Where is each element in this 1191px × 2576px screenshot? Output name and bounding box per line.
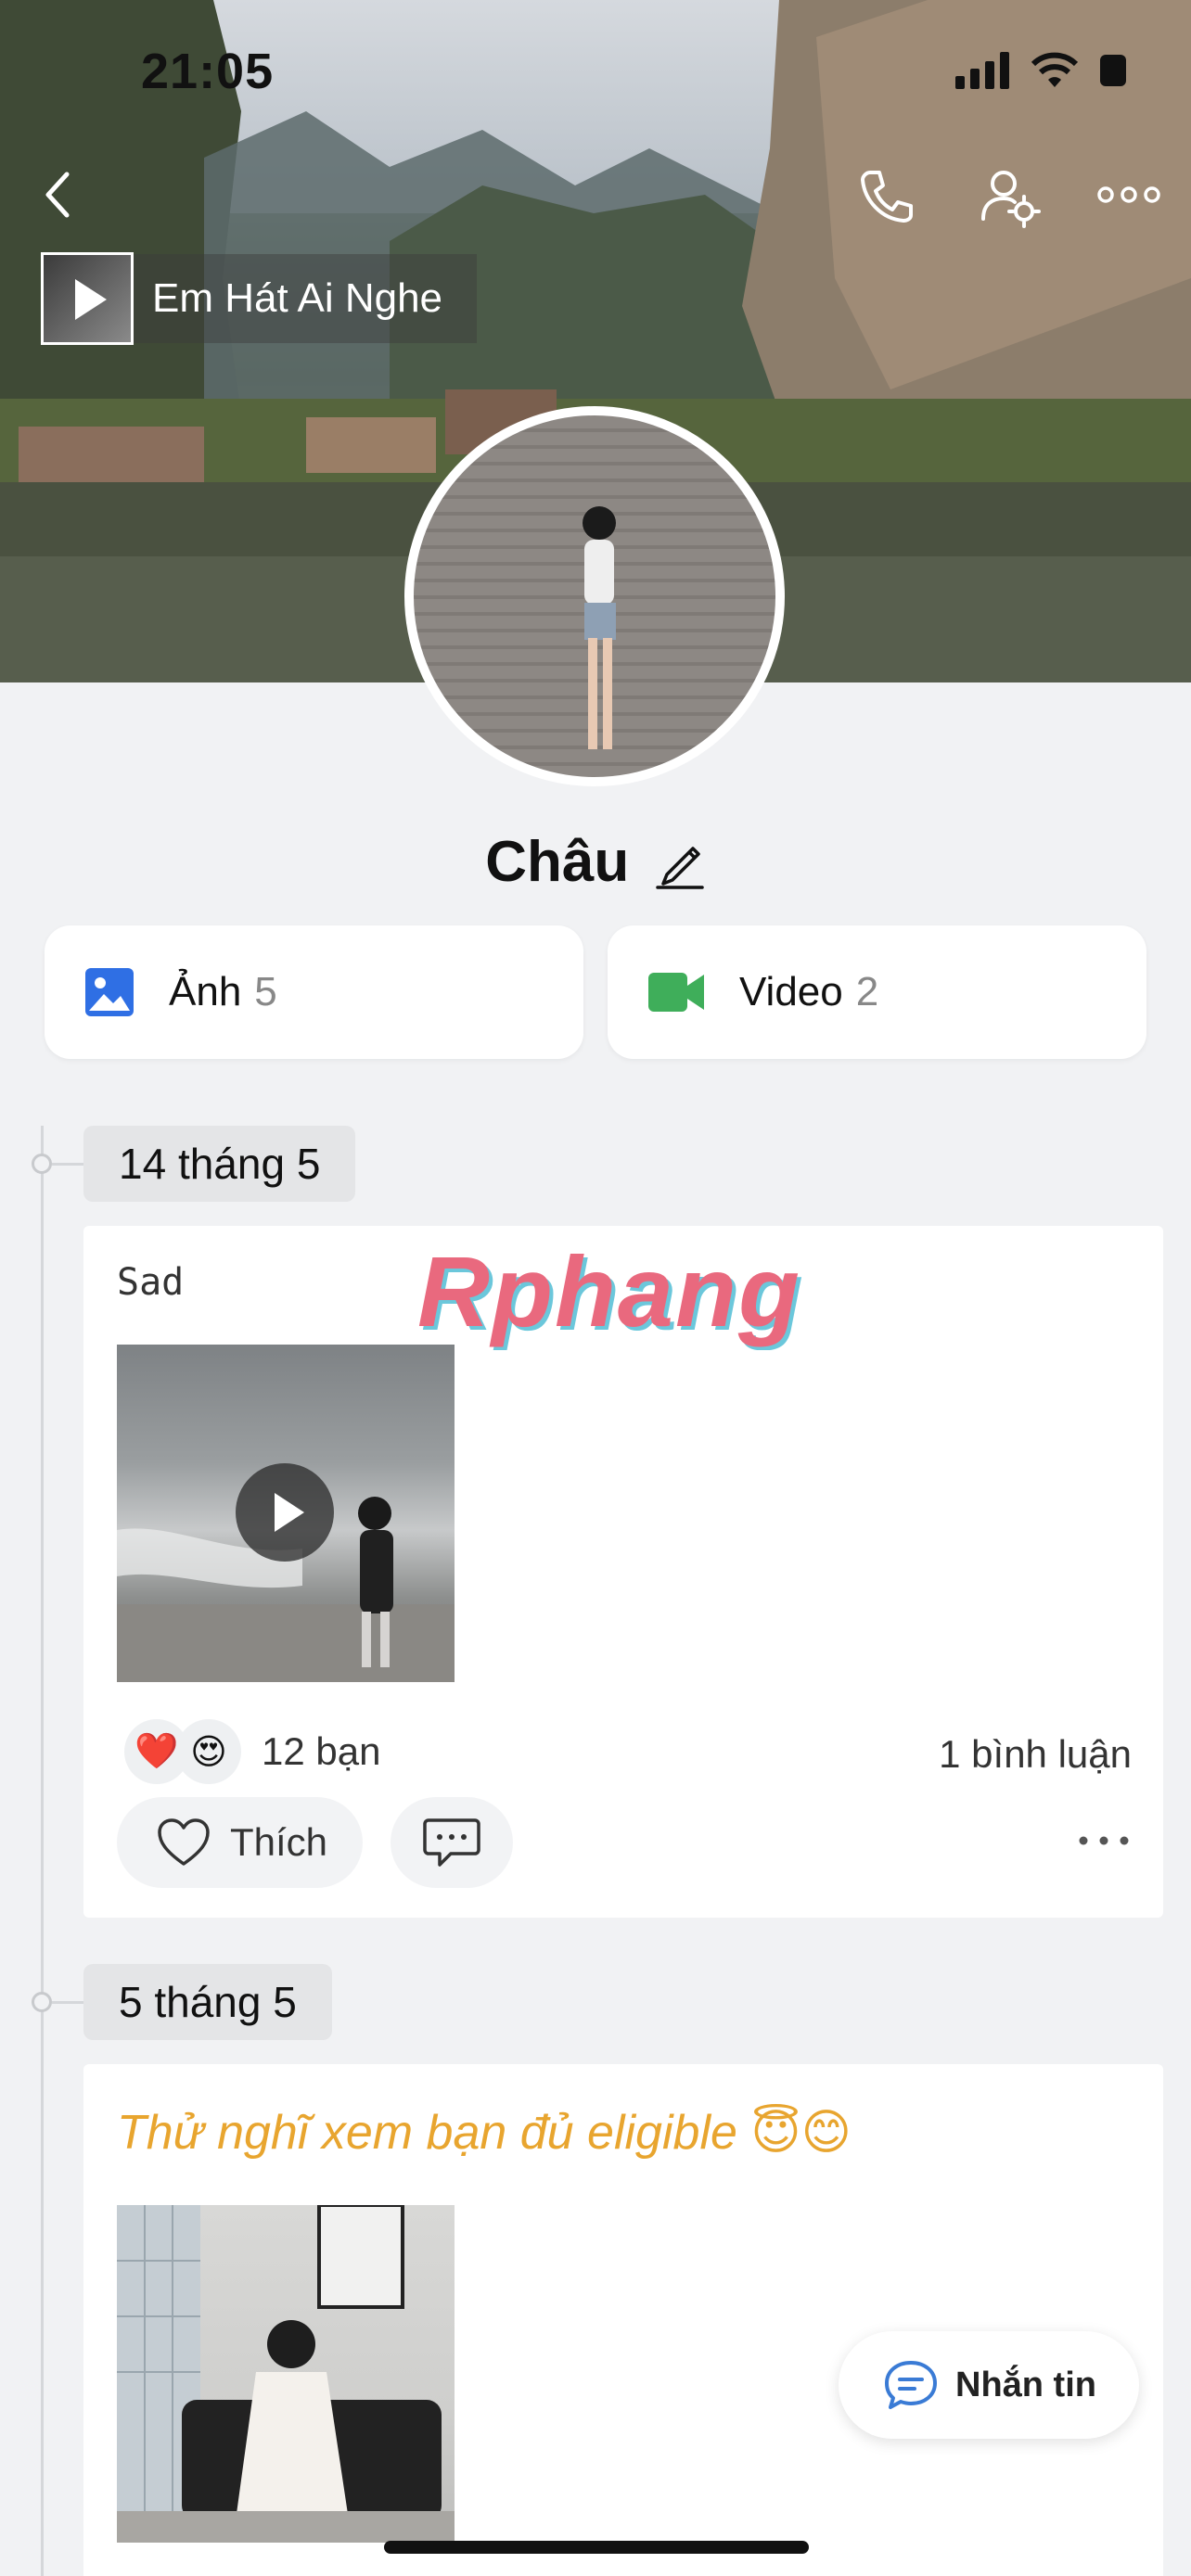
photo-scene	[117, 2205, 455, 2543]
send-message-label: Nhắn tin	[955, 2365, 1096, 2404]
profile-name: Châu	[485, 830, 630, 894]
post-date-chip: 14 tháng 5	[83, 1126, 356, 1202]
friend-settings-icon[interactable]	[978, 163, 1044, 230]
status-bar: 21:05	[0, 37, 1191, 102]
photo-icon	[85, 968, 134, 1016]
timeline-dot	[32, 1992, 52, 2012]
post-card: Thử nghĩ xem bạn đủ eligible 😇😊	[83, 2064, 1163, 2576]
play-icon	[75, 279, 107, 320]
post-reactions[interactable]: ❤️ 😍 12 bạn	[124, 1717, 380, 1786]
music-thumbnail[interactable]	[41, 252, 134, 345]
avatar-person-figure	[583, 506, 616, 749]
post-more-icon[interactable]	[1076, 1827, 1132, 1855]
video-camera-icon	[648, 973, 704, 1012]
post-text: Thử nghĩ xem bạn đủ eligible 😇😊	[117, 2106, 852, 2160]
comment-count[interactable]: 1 bình luận	[939, 1732, 1132, 1777]
photos-count: 5	[254, 969, 277, 1014]
status-time: 21:05	[141, 44, 275, 99]
watermark-logo: Rphang	[417, 1235, 801, 1347]
wifi-icon	[1031, 52, 1079, 87]
post-text: Sad	[117, 1261, 185, 1304]
media-summary: Ảnh 5 Video 2	[45, 925, 1146, 1059]
photos-label: Ảnh	[169, 969, 242, 1014]
timeline-line	[41, 1126, 44, 2576]
back-icon[interactable]	[37, 167, 83, 223]
post-date-chip: 5 tháng 5	[83, 1964, 332, 2040]
post-actions: Thích	[117, 1797, 514, 1888]
video-play-button[interactable]	[236, 1463, 334, 1562]
heart-eyes-reaction-icon: 😍	[176, 1719, 241, 1784]
profile-music[interactable]: Em Hát Ai Nghe	[41, 252, 477, 345]
avatar[interactable]	[404, 406, 785, 786]
top-navigation	[0, 158, 1191, 232]
edit-pencil-icon[interactable]	[654, 834, 706, 891]
videos-label: Video	[739, 969, 843, 1014]
timeline-dot	[32, 1154, 52, 1174]
more-options-icon[interactable]	[1096, 176, 1161, 213]
heart-icon	[158, 1818, 210, 1866]
battery-icon	[1100, 55, 1126, 86]
like-label: Thích	[230, 1820, 328, 1864]
timeline-connector	[52, 2001, 85, 2004]
videos-count: 2	[855, 969, 879, 1014]
phone-call-icon[interactable]	[853, 163, 918, 228]
photos-card[interactable]: Ảnh 5	[45, 925, 583, 1059]
comment-bubble-icon	[423, 1818, 480, 1867]
like-button[interactable]: Thích	[117, 1797, 364, 1888]
cellular-signal-icon	[955, 52, 1009, 89]
comment-button[interactable]	[391, 1797, 514, 1888]
post-photo-thumbnail[interactable]	[117, 2205, 455, 2543]
chat-bubble-icon	[885, 2361, 937, 2409]
videos-card[interactable]: Video 2	[608, 925, 1146, 1059]
reaction-count: 12 bạn	[262, 1729, 381, 1773]
music-title: Em Hát Ai Nghe	[134, 254, 477, 343]
timeline-connector	[52, 1163, 85, 1166]
send-message-button[interactable]: Nhắn tin	[839, 2331, 1139, 2439]
profile-name-row: Châu	[0, 829, 1191, 895]
home-indicator	[384, 2541, 809, 2554]
post-video-thumbnail[interactable]	[117, 1345, 455, 1682]
